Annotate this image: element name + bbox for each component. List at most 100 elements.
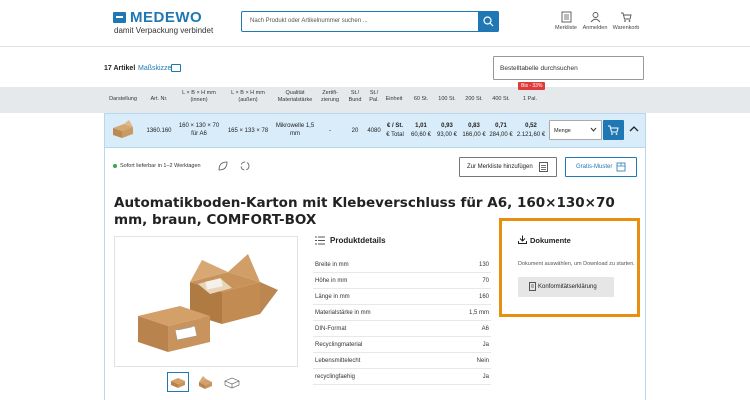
spec-value: Ja <box>482 374 489 380</box>
sketch-icon[interactable] <box>171 64 181 72</box>
price-60-total: 60,60 € <box>410 132 432 138</box>
spec-label: DIN-Format <box>315 326 347 332</box>
clipboard-list-icon <box>539 162 548 172</box>
list-icon <box>315 236 325 245</box>
merkliste-button[interactable]: Merkliste <box>551 11 581 31</box>
row-bund: 20 <box>351 128 359 134</box>
spec-value: 1,5 mm <box>468 310 489 316</box>
price-200-unit: 0,83 <box>468 123 480 129</box>
add-to-merkliste-label: Zur Merkliste hinzufügen <box>467 164 533 170</box>
price-100-total: 93,00 € <box>436 132 458 138</box>
discount-badge: Bis - 33% <box>518 82 546 90</box>
price-100-unit: 0,93 <box>441 123 453 129</box>
row-aussen: 165 × 133 × 78 <box>227 128 269 134</box>
gallery-thumbnail[interactable] <box>167 372 189 392</box>
stock-status: Sofort lieferbar in 1–2 Werktagen <box>120 163 201 169</box>
price-60-unit: 1,01 <box>415 123 427 129</box>
th-qualitaet: Qualität Materialstärke <box>277 90 313 103</box>
th-pal: St./ Pal. <box>369 90 379 103</box>
th-innen: L × B × H mm (innen) <box>182 90 216 103</box>
search-icon <box>483 16 494 27</box>
row-artnr: 1360.160 <box>146 128 172 134</box>
cart-label: Warenkorb <box>612 25 640 31</box>
spec-label: Recyclingmaterial <box>315 342 363 348</box>
chevron-down-icon <box>590 127 597 132</box>
download-icon <box>518 235 527 244</box>
thumbnail-image <box>171 378 185 388</box>
gallery-thumbnail[interactable] <box>194 372 216 392</box>
spec-value: A6 <box>481 326 489 332</box>
price-pal-unit: 0,52 <box>525 123 537 129</box>
documents-description: Dokument auswählen, um Download zu start… <box>518 261 635 267</box>
logo-icon[interactable] <box>113 12 126 23</box>
box-thumbnail-image <box>113 120 133 138</box>
spec-value: 160 <box>478 294 489 300</box>
sample-box-icon <box>616 162 626 172</box>
spec-row: Lebensmittelecht Nein <box>313 354 491 369</box>
th-aussen: L × B × H mm (außen) <box>231 90 265 103</box>
spec-label: Breite in mm <box>315 262 349 268</box>
documents-box <box>499 218 640 317</box>
tagline: damit Verpackung verbindet <box>114 26 214 35</box>
spec-label: Höhe in mm <box>315 278 348 284</box>
price-200-total: 166,00 € <box>462 132 486 138</box>
price-400-unit: 0,71 <box>495 123 507 129</box>
row-pal: 4080 <box>367 128 381 134</box>
clipboard-list-icon <box>561 11 571 23</box>
login-button[interactable]: Anmelden <box>580 11 610 31</box>
spec-label: recyclingfaehig <box>315 374 356 380</box>
spec-row: DIN-Format A6 <box>313 322 491 337</box>
add-to-cart-button[interactable] <box>603 120 624 140</box>
chevron-up-icon[interactable] <box>629 124 639 134</box>
th-artnr: Art. Nr. <box>150 96 168 102</box>
spec-row: Länge in mm 160 <box>313 290 491 305</box>
cart-icon <box>621 12 632 22</box>
recycling-icon <box>240 161 250 171</box>
header-divider <box>0 46 750 47</box>
quantity-placeholder: Menge <box>554 128 571 134</box>
row-zert: - <box>329 128 331 134</box>
spec-value: Ja <box>482 342 489 348</box>
conformity-declaration-label: Konformitätserklärung <box>538 284 597 290</box>
price-pal-total: 2.121,60 € <box>516 132 546 138</box>
th-bund: St./ Bund <box>348 90 362 103</box>
spec-label: Materialstärke in mm <box>315 310 371 316</box>
user-icon <box>590 12 600 23</box>
th-200: 200 St. <box>465 96 483 102</box>
th-einheit: Einheit <box>385 96 403 102</box>
leaf-icon <box>218 161 228 171</box>
cart-plus-icon <box>608 125 619 135</box>
row-total-label: € Total <box>386 132 404 138</box>
login-label: Anmelden <box>582 25 608 31</box>
gallery-thumbnail[interactable] <box>221 372 243 392</box>
spec-value: 130 <box>478 262 489 268</box>
merkliste-label: Merkliste <box>554 25 577 31</box>
search-button[interactable] <box>478 11 499 32</box>
free-sample-label: Gratis-Muster <box>576 164 613 170</box>
spec-label: Länge in mm <box>315 294 350 300</box>
th-zert: Zertifi-zierung <box>320 90 340 103</box>
table-search-placeholder: Bestelltabelle durchsuchen <box>500 65 578 72</box>
th-1pal: 1 Pal. <box>522 96 538 102</box>
spec-value: 70 <box>482 278 489 284</box>
th-60: 60 St. <box>413 96 429 102</box>
spec-row: Recyclingmaterial Ja <box>313 338 491 353</box>
document-icon <box>529 282 536 291</box>
article-count: 17 Artikel <box>104 65 136 72</box>
productdetails-title: Produktdetails <box>330 236 386 245</box>
sketch-link[interactable]: Maßskizze <box>138 65 171 72</box>
logo[interactable]: MEDEWO <box>130 9 202 26</box>
spec-row: recyclingfaehig Ja <box>313 370 491 385</box>
thumbnail-image <box>199 376 212 389</box>
spec-value: Nein <box>476 358 489 364</box>
documents-title: Dokumente <box>530 236 571 245</box>
row-innen: 160 × 130 × 70 für A6 <box>178 123 220 137</box>
cart-button[interactable]: Warenkorb <box>611 11 641 31</box>
th-400: 400 St. <box>492 96 510 102</box>
spec-row: Höhe in mm 70 <box>313 274 491 289</box>
spec-row: Breite in mm 130 <box>313 258 491 273</box>
row-qualitaet: Mikrowelle 1,5 mm <box>275 123 315 137</box>
price-400-total: 284,00 € <box>489 132 513 138</box>
product-image <box>138 254 278 352</box>
row-unit-label: € / St. <box>386 123 403 129</box>
